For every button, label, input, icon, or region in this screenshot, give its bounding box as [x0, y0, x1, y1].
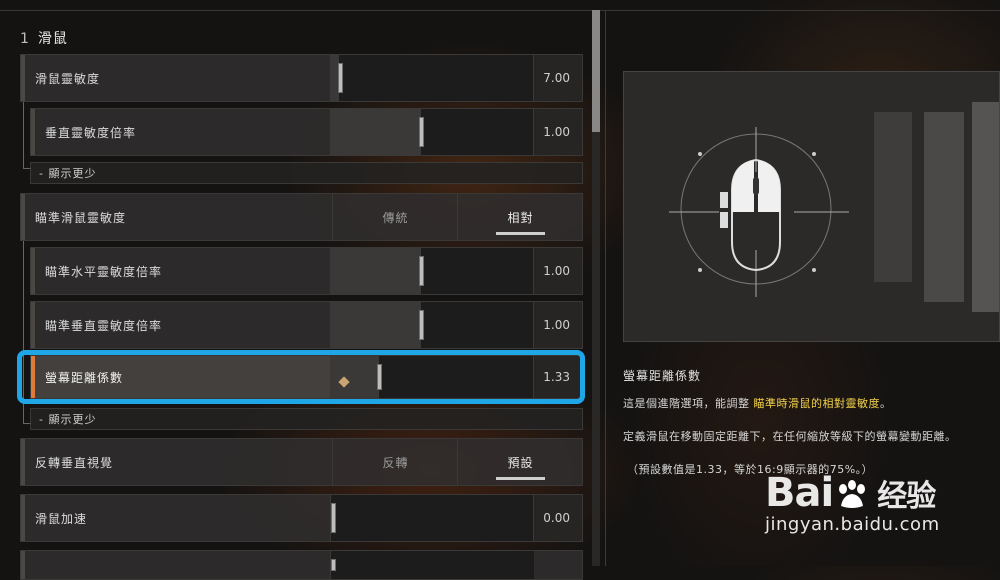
vertical-multiplier-row[interactable]: 垂直靈敏度倍率 1.00 — [30, 108, 583, 156]
detail-line-1-highlight: 瞄準時滑鼠的相對靈敏度 — [753, 397, 880, 410]
setting-preview-image — [623, 71, 1000, 342]
vertical-multiplier-slider[interactable] — [330, 109, 534, 155]
slider-handle[interactable] — [331, 503, 336, 533]
ads-vertical-label: 瞄準垂直靈敏度倍率 — [45, 318, 163, 333]
row-accent — [31, 302, 35, 348]
ads-horizontal-slider[interactable] — [330, 248, 534, 294]
row-accent — [21, 55, 25, 101]
focus-highlight — [17, 350, 585, 404]
mouse-sensitivity-slider[interactable] — [330, 55, 534, 101]
mouse-diagram-icon — [669, 127, 849, 297]
vertical-multiplier-value: 1.00 — [533, 109, 582, 155]
detail-line-1-post: 。 — [880, 397, 892, 410]
next-setting-row[interactable] — [20, 550, 583, 580]
paw-icon — [839, 480, 866, 508]
row-accent — [21, 194, 25, 240]
mouse-sensitivity-value: 7.00 — [533, 55, 582, 101]
ads-horizontal-label: 瞄準水平靈敏度倍率 — [45, 264, 163, 279]
slider-handle[interactable] — [419, 310, 424, 340]
mouse-accel-row[interactable]: 滑鼠加速 0.00 — [20, 494, 583, 542]
row-accent — [21, 439, 25, 485]
slider-handle[interactable] — [338, 63, 343, 93]
option-default[interactable]: 預設 — [457, 439, 583, 485]
slider-handle[interactable] — [331, 559, 336, 571]
option-relative[interactable]: 相對 — [457, 194, 583, 240]
baidu-watermark: Bai 经验 jingyan.baidu.com — [765, 470, 940, 535]
ads-vertical-row[interactable]: 瞄準垂直靈敏度倍率 1.00 — [30, 301, 583, 349]
section-label: 滑鼠 — [37, 31, 68, 47]
watermark-url: jingyan.baidu.com — [765, 514, 940, 535]
row-accent — [21, 495, 25, 541]
ads-vertical-value: 1.00 — [533, 302, 582, 348]
mouse-accel-slider[interactable] — [330, 495, 534, 541]
watermark-logo-left: Bai — [765, 470, 834, 516]
row-accent — [21, 551, 25, 579]
show-less-button[interactable]: - 顯示更少 — [30, 408, 583, 430]
section-title: 1 滑鼠 — [20, 28, 68, 48]
slider-handle[interactable] — [419, 256, 424, 286]
ads-vertical-slider[interactable] — [330, 302, 534, 348]
detail-title: 螢幕距離係數 — [623, 369, 702, 383]
row-accent — [31, 248, 35, 294]
mouse-accel-value: 0.00 — [533, 495, 582, 541]
top-divider — [0, 10, 1000, 11]
mouse-sensitivity-label: 滑鼠靈敏度 — [35, 71, 101, 86]
slider-fill — [331, 109, 421, 155]
detail-line-2: 定義滑鼠在移動固定距離下，在任何縮放等級下的螢幕變動距離。 — [623, 430, 957, 443]
mouse-accel-label: 滑鼠加速 — [35, 511, 88, 526]
vertical-multiplier-label: 垂直靈敏度倍率 — [45, 125, 137, 140]
detail-line-1-pre: 這是個進階選項，能調整 — [623, 397, 750, 410]
ads-horizontal-value: 1.00 — [533, 248, 582, 294]
ads-sensitivity-label: 瞄準滑鼠靈敏度 — [35, 210, 127, 225]
section-number: 1 — [20, 31, 30, 47]
row-accent — [31, 109, 35, 155]
slider-fill — [331, 248, 421, 294]
option-traditional[interactable]: 傳統 — [332, 194, 458, 240]
ads-sensitivity-row: 瞄準滑鼠靈敏度 傳統 相對 — [20, 193, 583, 241]
ads-horizontal-row[interactable]: 瞄準水平靈敏度倍率 1.00 — [30, 247, 583, 295]
slider-handle[interactable] — [419, 117, 424, 147]
next-setting-slider[interactable] — [330, 551, 534, 579]
slider-fill — [331, 302, 421, 348]
mouse-sensitivity-row[interactable]: 滑鼠靈敏度 7.00 — [20, 54, 583, 102]
watermark-logo-right: 经验 — [877, 479, 936, 514]
detail-line-1: 這是個進階選項，能調整 瞄準時滑鼠的相對靈敏度。 — [623, 395, 892, 411]
scrollbar-thumb[interactable] — [592, 10, 600, 132]
show-less-button[interactable]: - 顯示更少 — [30, 162, 583, 184]
panel-divider — [605, 10, 606, 566]
invert-look-label: 反轉垂直視覺 — [35, 455, 114, 470]
invert-look-row: 反轉垂直視覺 反轉 預設 — [20, 438, 583, 486]
watermark-logo: Bai 经验 — [765, 470, 940, 516]
option-invert[interactable]: 反轉 — [332, 439, 458, 485]
